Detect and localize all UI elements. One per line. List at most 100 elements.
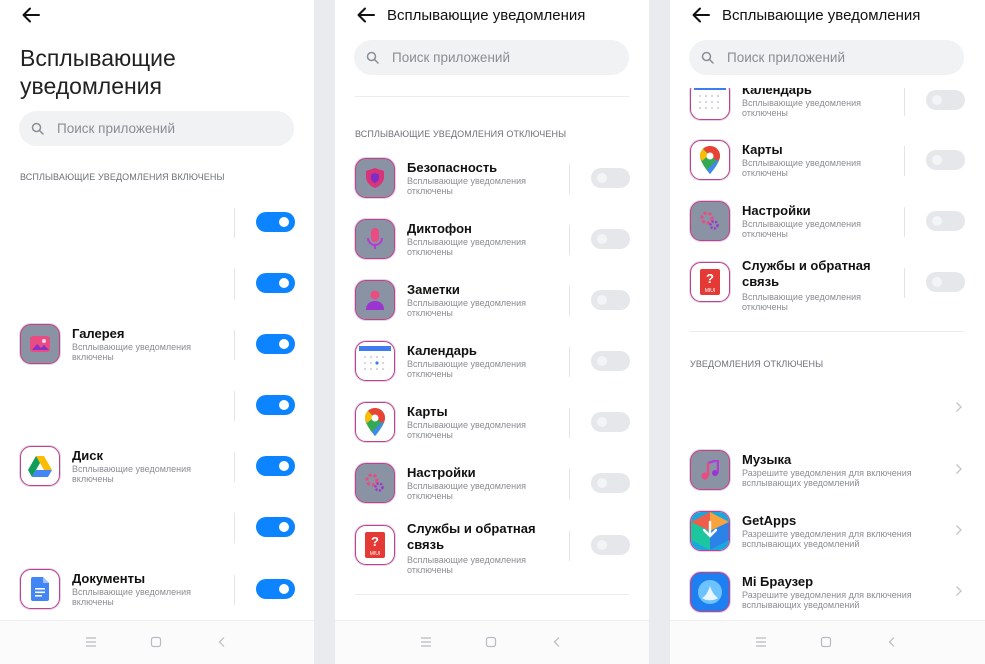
toggle-switch[interactable]: [591, 412, 630, 432]
toggle-switch[interactable]: [591, 473, 630, 493]
maps-icon: [355, 402, 395, 442]
search-input[interactable]: Поиск приложений: [689, 40, 964, 75]
app-status: Разрешите уведомления для включения вспл…: [742, 590, 912, 610]
list-item-feedback[interactable]: ? MIUI Службы и обратная связь Всплывающи…: [690, 258, 968, 312]
toggle-switch[interactable]: [591, 168, 630, 188]
toggle-switch[interactable]: [256, 395, 295, 415]
list-item-music[interactable]: Музыка Разрешите уведомления для включен…: [690, 448, 968, 492]
settings-icon: [355, 463, 395, 503]
toggle-switch[interactable]: [591, 290, 630, 310]
list-item-recorder[interactable]: Диктофон Всплывающие уведомления отключе…: [355, 217, 633, 261]
list-item[interactable]: [20, 261, 298, 305]
toggle-switch[interactable]: [926, 272, 965, 292]
page-title: Всплывающие уведомления: [387, 6, 586, 24]
search-input[interactable]: Поиск приложений: [19, 111, 294, 146]
divider: [234, 575, 235, 605]
getapps-icon: [690, 511, 730, 551]
toggle-switch[interactable]: [591, 535, 630, 555]
toggle-switch[interactable]: [591, 229, 630, 249]
divider: [569, 408, 570, 438]
back-arrow-icon[interactable]: [20, 4, 42, 26]
chevron-right-icon: [956, 402, 962, 412]
toggle-switch[interactable]: [256, 273, 295, 293]
app-name: Карты: [742, 142, 783, 157]
divider: [355, 96, 629, 97]
list-item-maps[interactable]: Карты Всплывающие уведомления отключены: [355, 400, 633, 444]
search-placeholder: Поиск приложений: [57, 121, 175, 136]
app-name: Диск: [72, 448, 103, 463]
back-arrow-icon[interactable]: [690, 4, 712, 26]
search-placeholder: Поиск приложений: [392, 50, 510, 65]
gallery-icon: [20, 324, 60, 364]
list-item-docs[interactable]: Документы Всплывающие уведомления включе…: [20, 567, 298, 611]
page-title: Всплывающие уведомления: [20, 44, 176, 100]
back-arrow-icon[interactable]: [355, 4, 377, 26]
menu-icon[interactable]: [84, 635, 98, 649]
list-item-notes[interactable]: Заметки Всплывающие уведомления отключен…: [355, 278, 633, 322]
toggle-switch[interactable]: [591, 351, 630, 371]
toggle-switch[interactable]: [256, 334, 295, 354]
topbar: Всплывающие уведомления: [355, 4, 585, 26]
home-icon[interactable]: [819, 635, 833, 649]
list-item[interactable]: [20, 200, 298, 244]
list-item-feedback[interactable]: ? MIUI Службы и обратная связь Всплывающи…: [355, 521, 633, 575]
back-icon[interactable]: [550, 635, 564, 649]
feedback-icon: ? MIUI: [355, 525, 395, 565]
svg-text:?: ?: [706, 271, 714, 286]
section-label-enabled: ВСПЛЫВАЮЩИЕ УВЕДОМЛЕНИЯ ВКЛЮЧЕНЫ: [20, 172, 225, 182]
app-name: Службы и обратная связь: [742, 258, 871, 289]
back-icon[interactable]: [885, 635, 899, 649]
screen-popups-disabled: Всплывающие уведомления Поиск приложений…: [335, 0, 649, 664]
toggle-switch[interactable]: [256, 456, 295, 476]
toggle-switch[interactable]: [926, 90, 965, 110]
toggle-switch[interactable]: [926, 150, 965, 170]
home-icon[interactable]: [484, 635, 498, 649]
menu-icon[interactable]: [754, 635, 768, 649]
section-label-disabled: ВСПЛЫВАЮЩИЕ УВЕДОМЛЕНИЯ ОТКЛЮЧЕНЫ: [355, 129, 567, 139]
list-item-drive[interactable]: Диск Всплывающие уведомления включены: [20, 444, 298, 488]
app-status: Всплывающие уведомления отключены: [407, 298, 527, 318]
list-item-settings[interactable]: Настройки Всплывающие уведомления отключ…: [690, 199, 968, 243]
app-name: Настройки: [742, 203, 811, 218]
toggle-switch[interactable]: [256, 212, 295, 232]
page-title-line2: уведомления: [20, 73, 162, 99]
menu-icon[interactable]: [419, 635, 433, 649]
navigation-bar: [335, 620, 649, 664]
home-icon[interactable]: [149, 635, 163, 649]
app-name: Службы и обратная связь: [407, 521, 536, 552]
app-name: Диктофон: [407, 221, 472, 236]
list-item-getapps[interactable]: GetApps Разрешите уведомления для включе…: [690, 509, 968, 553]
list-item-gallery[interactable]: Галерея Всплывающие уведомления включены: [20, 322, 298, 366]
list-item-security[interactable]: Безопасность Всплывающие уведомления отк…: [355, 156, 633, 200]
app-name: Галерея: [72, 326, 125, 341]
list-item-calendar[interactable]: Календарь Всплывающие уведомления отключ…: [355, 339, 633, 383]
search-input[interactable]: Поиск приложений: [354, 40, 629, 75]
app-status: Всплывающие уведомления включены: [72, 464, 192, 484]
list-item-settings[interactable]: Настройки Всплывающие уведомления отключ…: [355, 461, 633, 505]
divider: [234, 208, 235, 238]
app-status: Всплывающие уведомления отключены: [407, 481, 527, 501]
divider: [234, 452, 235, 482]
divider: [234, 330, 235, 360]
app-name: Заметки: [407, 282, 460, 297]
back-icon[interactable]: [215, 635, 229, 649]
toggle-switch[interactable]: [256, 579, 295, 599]
topbar: [20, 4, 42, 26]
divider: [569, 469, 570, 499]
list-item[interactable]: [20, 505, 298, 549]
toggle-switch[interactable]: [256, 517, 295, 537]
toggle-switch[interactable]: [926, 211, 965, 231]
page-title-line1: Всплывающие: [20, 45, 176, 71]
list-item-browser[interactable]: Mi Браузер Разрешите уведомления для вкл…: [690, 570, 968, 614]
app-status: Всплывающие уведомления отключены: [407, 420, 527, 440]
list-item[interactable]: [20, 383, 298, 427]
divider: [904, 86, 905, 116]
app-name: GetApps: [742, 513, 797, 528]
divider: [690, 331, 964, 332]
list-item[interactable]: [690, 386, 968, 430]
app-name: Настройки: [407, 465, 476, 480]
page-title: Всплывающие уведомления: [722, 6, 921, 24]
divider: [355, 594, 629, 595]
app-status: Всплывающие уведомления отключены: [742, 219, 862, 239]
list-item-maps[interactable]: Карты Всплывающие уведомления отключены: [690, 138, 968, 182]
